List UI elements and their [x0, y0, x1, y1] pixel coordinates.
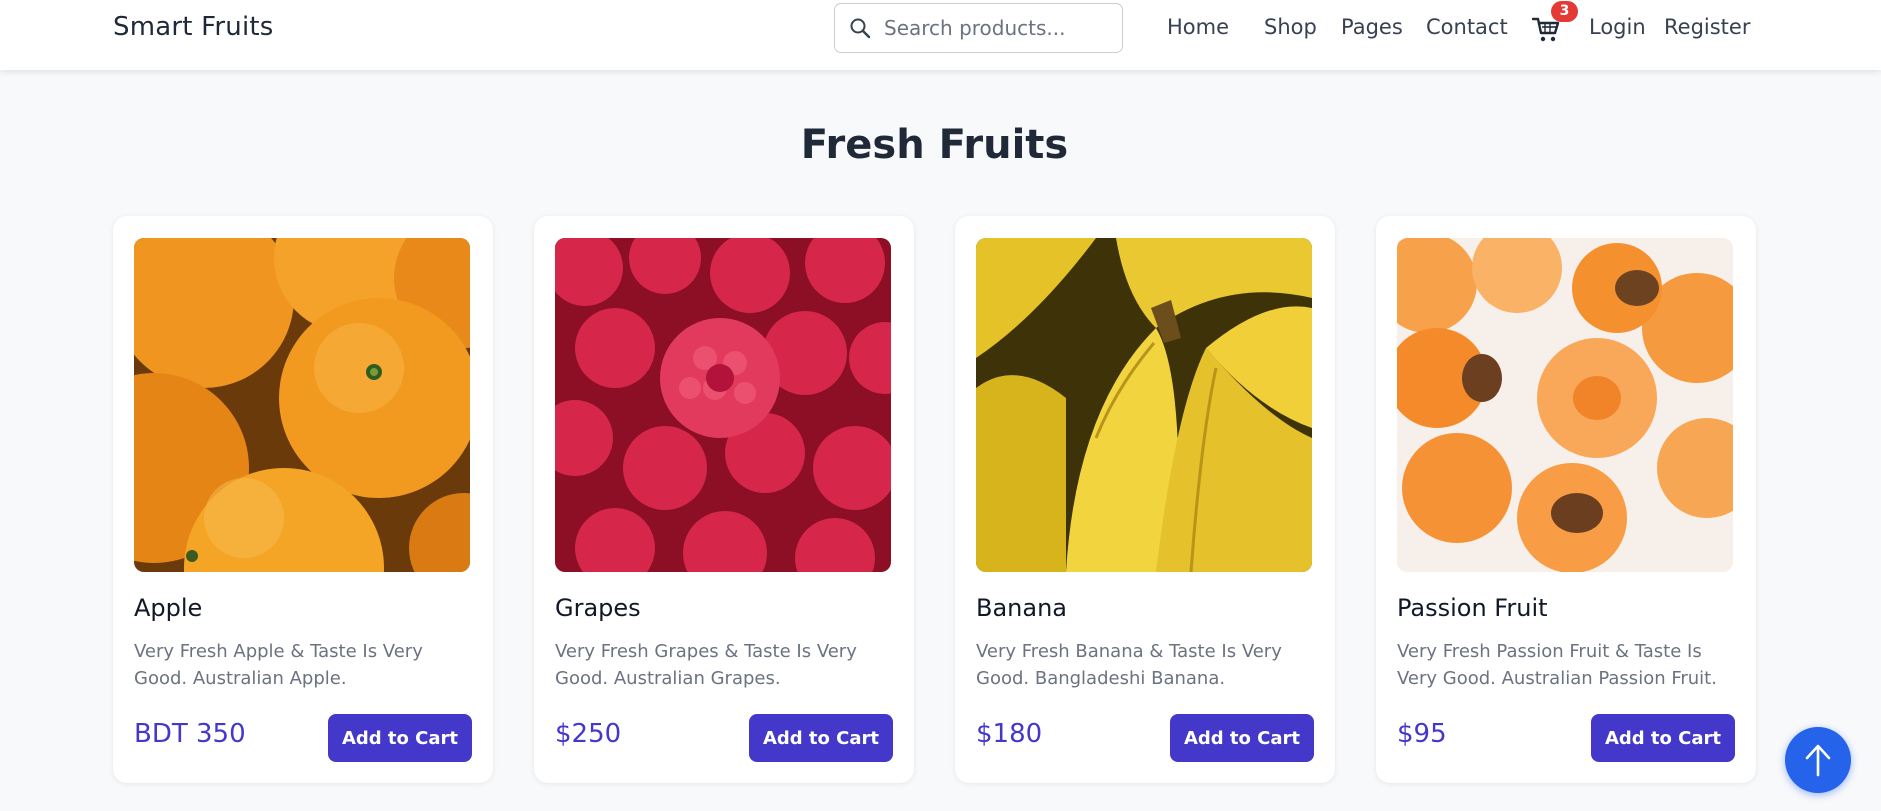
page-title: Fresh Fruits — [800, 122, 1069, 168]
cart-count-badge: 3 — [1551, 1, 1578, 22]
nav-pages[interactable]: Pages — [1341, 15, 1403, 39]
top-navbar: Smart Fruits Home Shop Pages Contact 3 L… — [0, 0, 1881, 70]
product-description: Very Fresh Passion Fruit & Taste Is Very… — [1397, 641, 1717, 689]
product-image-apricots[interactable] — [1397, 238, 1733, 572]
search-icon — [850, 18, 871, 39]
brand-logo-text[interactable]: Smart Fruits — [113, 12, 274, 42]
search-input[interactable] — [884, 16, 1104, 40]
product-name[interactable]: Apple — [134, 594, 202, 622]
add-to-cart-button[interactable]: Add to Cart — [1170, 714, 1314, 762]
nav-home[interactable]: Home — [1167, 15, 1229, 39]
arrow-up-icon — [1805, 744, 1831, 777]
product-description: Very Fresh Grapes & Taste Is Very Good. … — [555, 641, 857, 689]
product-card: Banana Very Fresh Banana & Taste Is Very… — [955, 216, 1335, 783]
product-name[interactable]: Passion Fruit — [1397, 594, 1548, 622]
product-price: BDT 350 — [134, 719, 246, 749]
product-card: Grapes Very Fresh Grapes & Taste Is Very… — [534, 216, 914, 783]
product-image-bananas[interactable] — [976, 238, 1312, 572]
add-to-cart-button[interactable]: Add to Cart — [749, 714, 893, 762]
product-price: $250 — [555, 719, 622, 749]
product-price: $180 — [976, 719, 1043, 749]
product-price: $95 — [1397, 719, 1447, 749]
nav-register[interactable]: Register — [1664, 15, 1750, 39]
nav-shop[interactable]: Shop — [1264, 15, 1317, 39]
product-name[interactable]: Banana — [976, 594, 1067, 622]
product-image-oranges[interactable] — [134, 238, 470, 572]
product-card: Passion Fruit Very Fresh Passion Fruit &… — [1376, 216, 1756, 783]
product-description: Very Fresh Banana & Taste Is Very Good. … — [976, 641, 1282, 689]
search-box[interactable] — [834, 3, 1123, 53]
add-to-cart-button[interactable]: Add to Cart — [1591, 714, 1735, 762]
nav-contact[interactable]: Contact — [1426, 15, 1508, 39]
nav-login[interactable]: Login — [1589, 15, 1646, 39]
product-name[interactable]: Grapes — [555, 594, 641, 622]
product-card: Apple Very Fresh Apple & Taste Is Very G… — [113, 216, 493, 783]
product-image-raspberries[interactable] — [555, 238, 891, 572]
scroll-to-top-button[interactable] — [1785, 727, 1851, 793]
add-to-cart-button[interactable]: Add to Cart — [328, 714, 472, 762]
product-description: Very Fresh Apple & Taste Is Very Good. A… — [134, 641, 423, 689]
